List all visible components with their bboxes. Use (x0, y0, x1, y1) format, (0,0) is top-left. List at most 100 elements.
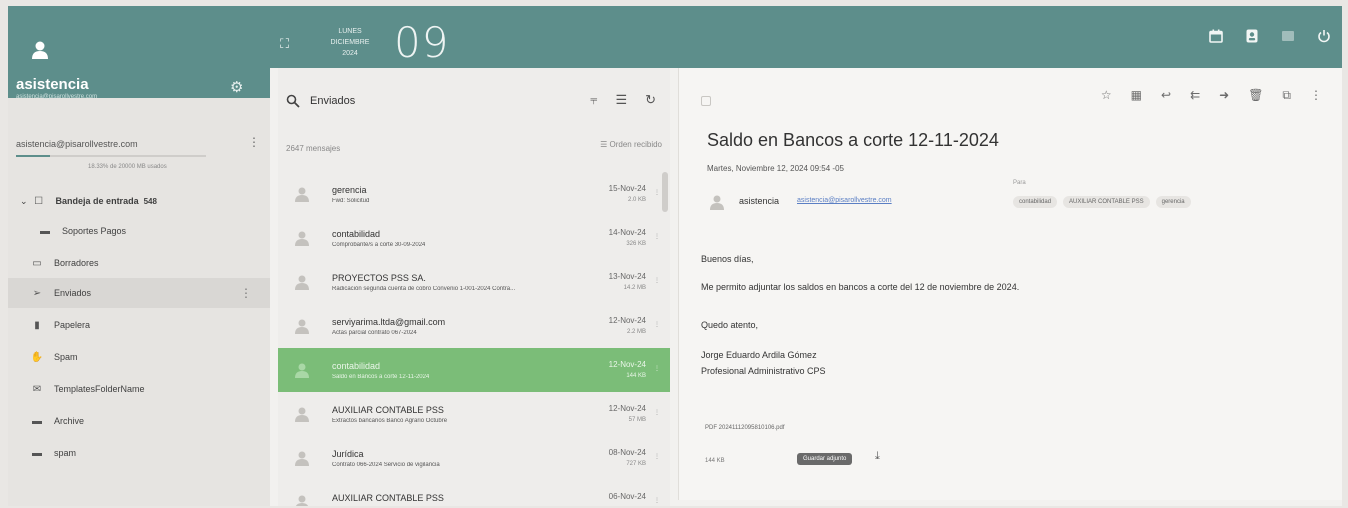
message-row[interactable]: contabilidad Saldo en Bancos a corte 12-1… (278, 348, 670, 392)
list-tools: ⫧ ☰ ↻ (590, 92, 656, 108)
recipient-chip[interactable]: AUXILIAR CONTABLE PSS (1063, 196, 1150, 208)
more-vert-icon[interactable]: ⋮ (654, 409, 660, 416)
account-email[interactable]: asistencia@pisarollvestre.com (16, 139, 138, 149)
more-vert-icon[interactable]: ⋮ (654, 453, 660, 460)
more-vert-icon[interactable]: ⋮ (654, 277, 660, 284)
gear-icon[interactable]: ⚙ (230, 78, 243, 96)
message-row[interactable]: PROYECTOS PSS SA. Radicación segunda cuen… (278, 260, 670, 304)
sort-order-button[interactable]: ☰ Orden recibido (600, 140, 662, 149)
recipient-chips: contabilidad AUXILIAR CONTABLE PSS gerenci… (1013, 196, 1191, 208)
message-row[interactable]: AUXILIAR CONTABLE PSS Extractos bancarios… (278, 392, 670, 436)
to-label: Para (1013, 180, 1026, 186)
save-attachment-button[interactable]: Guardar adjunto (797, 453, 853, 465)
select-checkbox[interactable] (701, 96, 711, 106)
signature-title: Profesional Administrativo CPS (701, 366, 826, 376)
sidebar-item-borradores[interactable]: ▭ Borradores (8, 248, 270, 278)
message-size: 2.0 KB (627, 197, 646, 203)
attachment-name[interactable]: PDF 20241112095810106.pdf (705, 425, 785, 431)
filter-icon[interactable]: ⫧ (590, 92, 597, 108)
chevron-down-icon[interactable]: ⌄ (20, 196, 28, 207)
sender-avatar (294, 186, 310, 202)
unread-count: 548 (143, 196, 157, 206)
message-row[interactable]: AUXILIAR CONTABLE PSS 06-Nov-24 ⋮ (278, 480, 670, 506)
sort-icon[interactable]: ☰ (615, 92, 627, 108)
sidebar-item-label: Bandeja de entrada (55, 196, 139, 206)
recipient-chip[interactable]: contabilidad (1013, 196, 1058, 208)
message-date: 13-Nov-24 (608, 272, 646, 281)
sidebar-item-archive[interactable]: ▬ Archive (8, 406, 270, 436)
delete-icon[interactable]: 🗑 (1248, 88, 1263, 103)
send-icon: ➢ (32, 287, 42, 299)
sidebar-item-enviados[interactable]: ➢ Enviados ⋮ (8, 278, 270, 308)
more-vert-icon[interactable]: ⋮ (248, 135, 260, 149)
message-date: 08-Nov-24 (608, 448, 646, 457)
sender-avatar (294, 318, 310, 334)
signature-name: Jorge Eduardo Ardila Gómez (701, 350, 817, 360)
sidebar-item-label: Borradores (54, 258, 99, 268)
notes-icon[interactable] (1278, 26, 1298, 46)
reply-all-icon[interactable]: ⇇ (1190, 88, 1200, 103)
star-icon[interactable]: ☆ (1101, 88, 1112, 103)
message-from: serviyarima.ltda@gmail.com (332, 317, 446, 327)
message-date: 14-Nov-24 (608, 228, 646, 237)
download-icon[interactable]: ⤓ (875, 450, 880, 463)
sort-order-label: Orden recibido (609, 140, 662, 149)
sidebar-item-soportes-pagos[interactable]: ▬ Soportes Pagos (8, 216, 270, 246)
message-size: 144 KB (626, 373, 646, 379)
reading-pane: ☆ ▦ ↩ ⇇ ➜ 🗑 ⧉ ⋮ Saldo en Bancos a corte … (678, 68, 1342, 500)
message-toolbar: ☆ ▦ ↩ ⇇ ➜ 🗑 ⧉ ⋮ (1101, 88, 1322, 103)
more-vert-icon[interactable]: ⋮ (654, 233, 660, 240)
sidebar-item-bandeja-de-entrada[interactable]: ⌄ ☐ Bandeja de entrada 548 (8, 186, 270, 216)
message-row[interactable]: Jurídica Contrato 066-2024 Servicio de vi… (278, 436, 670, 480)
account-email-small: asistencia@pisarollvestre.com (16, 94, 98, 100)
more-vert-icon[interactable]: ⋮ (240, 286, 252, 300)
message-from: contabilidad (332, 229, 381, 239)
message-row[interactable]: contabilidad Comprobante/s a corte 30-09-… (278, 216, 670, 260)
message-subject: Contrato 066-2024 Servicio de vigilancia (332, 462, 440, 468)
reply-icon[interactable]: ↩ (1161, 88, 1171, 103)
message-subject: Saldo en Bancos a corte 12-11-2024 (707, 130, 999, 150)
sidebar-item-templatesfoldername[interactable]: ✉ TemplatesFolderName (8, 374, 270, 404)
forward-icon[interactable]: ➜ (1219, 88, 1229, 103)
recipient-chip[interactable]: gerencia (1155, 196, 1191, 208)
message-from: PROYECTOS PSS SA. (332, 273, 426, 283)
trash-icon: ▮ (34, 319, 40, 331)
message-size: 57 MB (628, 417, 646, 423)
account-name: asistencia (16, 76, 89, 93)
sidebar-item-papelera[interactable]: ▮ Papelera (8, 310, 270, 340)
sender-address[interactable]: asistencia@pisarollvestre.com (797, 197, 892, 204)
message-from: AUXILIAR CONTABLE PSS (332, 493, 444, 503)
sender-avatar (709, 194, 725, 210)
message-row[interactable]: serviyarima.ltda@gmail.com Actas parcial … (278, 304, 670, 348)
search-input[interactable]: Enviados (310, 95, 355, 107)
message-rows: gerencia Fwd: Solicitud 15-Nov-24 2.0 KB ⋮ co… (278, 172, 670, 506)
message-subject: Radicación segunda cuenta de cobro Conve… (332, 286, 516, 292)
message-row[interactable]: gerencia Fwd: Solicitud 15-Nov-24 2.0 KB ⋮ (278, 172, 670, 216)
contacts-icon[interactable] (1242, 26, 1262, 46)
scrollbar[interactable] (662, 172, 668, 212)
more-vert-icon[interactable]: ⋮ (654, 497, 660, 504)
message-subject: Saldo en Bancos a corte 12-11-2024 (332, 374, 430, 380)
more-vert-icon[interactable]: ⋮ (654, 365, 660, 372)
message-date: 12-Nov-24 (608, 316, 646, 325)
message-size: 727 KB (626, 461, 646, 467)
calendar-icon[interactable] (1206, 26, 1226, 46)
power-icon[interactable] (1314, 26, 1334, 46)
message-count: 2647 mensajes (286, 144, 341, 153)
message-size: 326 KB (626, 241, 646, 247)
more-vert-icon[interactable]: ⋮ (654, 189, 660, 196)
sidebar-item-spam[interactable]: ▬ spam (8, 438, 270, 468)
mail-app-window: ⛶ LUNES DICIEMBRE 2024 09 asistencia asi… (8, 6, 1342, 506)
more-vert-icon[interactable]: ⋮ (1310, 88, 1322, 103)
search-icon[interactable] (286, 94, 300, 108)
expand-icon[interactable]: ⛶ (280, 36, 289, 52)
body-closing: Quedo atento, (701, 320, 759, 330)
open-external-icon[interactable]: ⧉ (1282, 88, 1291, 103)
label-icon[interactable]: ▦ (1131, 88, 1142, 103)
sidebar-item-label: Enviados (54, 288, 92, 298)
sidebar-item-spam[interactable]: ✋ Spam (8, 342, 270, 372)
refresh-icon[interactable]: ↻ (645, 92, 656, 108)
sender-name: asistencia (739, 196, 780, 206)
avatar[interactable] (30, 40, 50, 60)
more-vert-icon[interactable]: ⋮ (654, 321, 660, 328)
